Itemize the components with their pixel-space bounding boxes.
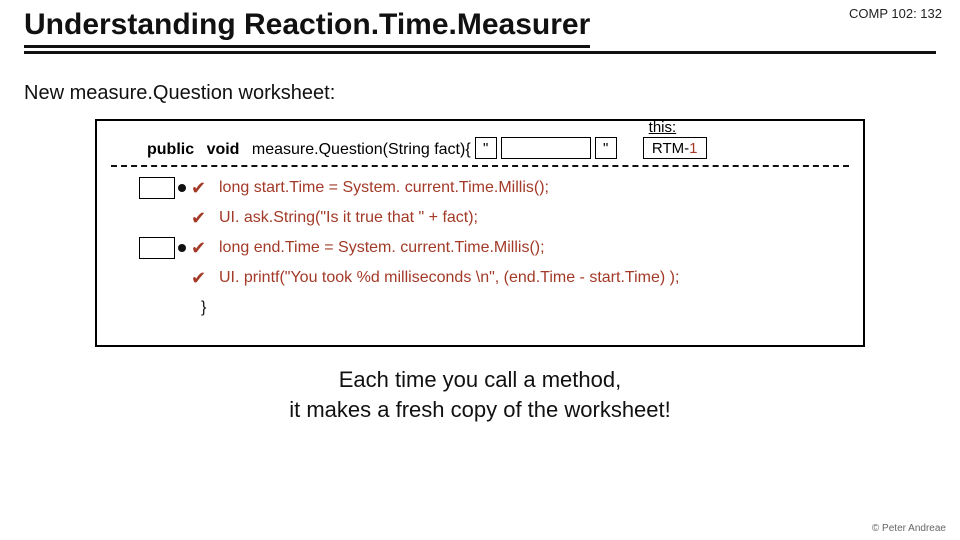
copyright-footer: © Peter Andreae [872,523,946,534]
param-quote-open: " [475,137,497,159]
code-text-2: UI. ask.String("Is it true that " + fact… [219,209,478,227]
check-icon: ✔ [191,178,209,199]
worksheet-box: public void measure.Question(String fact… [95,119,865,347]
keyword-void: void [207,141,240,159]
code-text-1: long start.Time = System. current.Time.M… [219,179,549,197]
param-value-box [501,137,591,159]
rtm-number: 1 [689,140,697,157]
caption-line-1: Each time you call a method, [0,365,960,395]
var-box-end [139,237,175,259]
method-signature: public void measure.Question(String fact… [147,137,849,159]
code-text-3: long end.Time = System. current.Time.Mil… [219,239,545,257]
this-label: this: [649,119,677,136]
check-icon: ✔ [191,268,209,289]
page-title: Understanding Reaction.Time.Measurer [24,8,590,48]
check-icon: ✔ [191,208,209,229]
this-reference-box: RTM-1 [643,137,707,159]
code-line-3: ✔ long end.Time = System. current.Time.M… [139,237,849,259]
method-name: measure.Question(String fact){ [252,141,471,159]
code-line-4: ✔ UI. printf("You took %d milliseconds \… [139,267,849,289]
title-underline [24,51,936,54]
rtm-text: RTM- [652,140,689,157]
closing-brace: } [201,299,849,317]
code-line-2: ✔ UI. ask.String("Is it true that " + fa… [139,207,849,229]
check-icon: ✔ [191,238,209,259]
code-text-4: UI. printf("You took %d milliseconds \n"… [219,269,679,287]
caption: Each time you call a method, it makes a … [0,365,960,424]
course-tag: COMP 102: 132 [849,6,942,21]
var-box-start [139,177,175,199]
keyword-public: public [147,141,194,159]
code-line-1: ✔ long start.Time = System. current.Time… [139,177,849,199]
divider-dashed [111,165,849,167]
spacer [139,267,175,289]
section-subhead: New measure.Question worksheet: [24,82,960,105]
param-quote-close: " [595,137,617,159]
spacer [139,207,175,229]
caption-line-2: it makes a fresh copy of the worksheet! [0,395,960,425]
